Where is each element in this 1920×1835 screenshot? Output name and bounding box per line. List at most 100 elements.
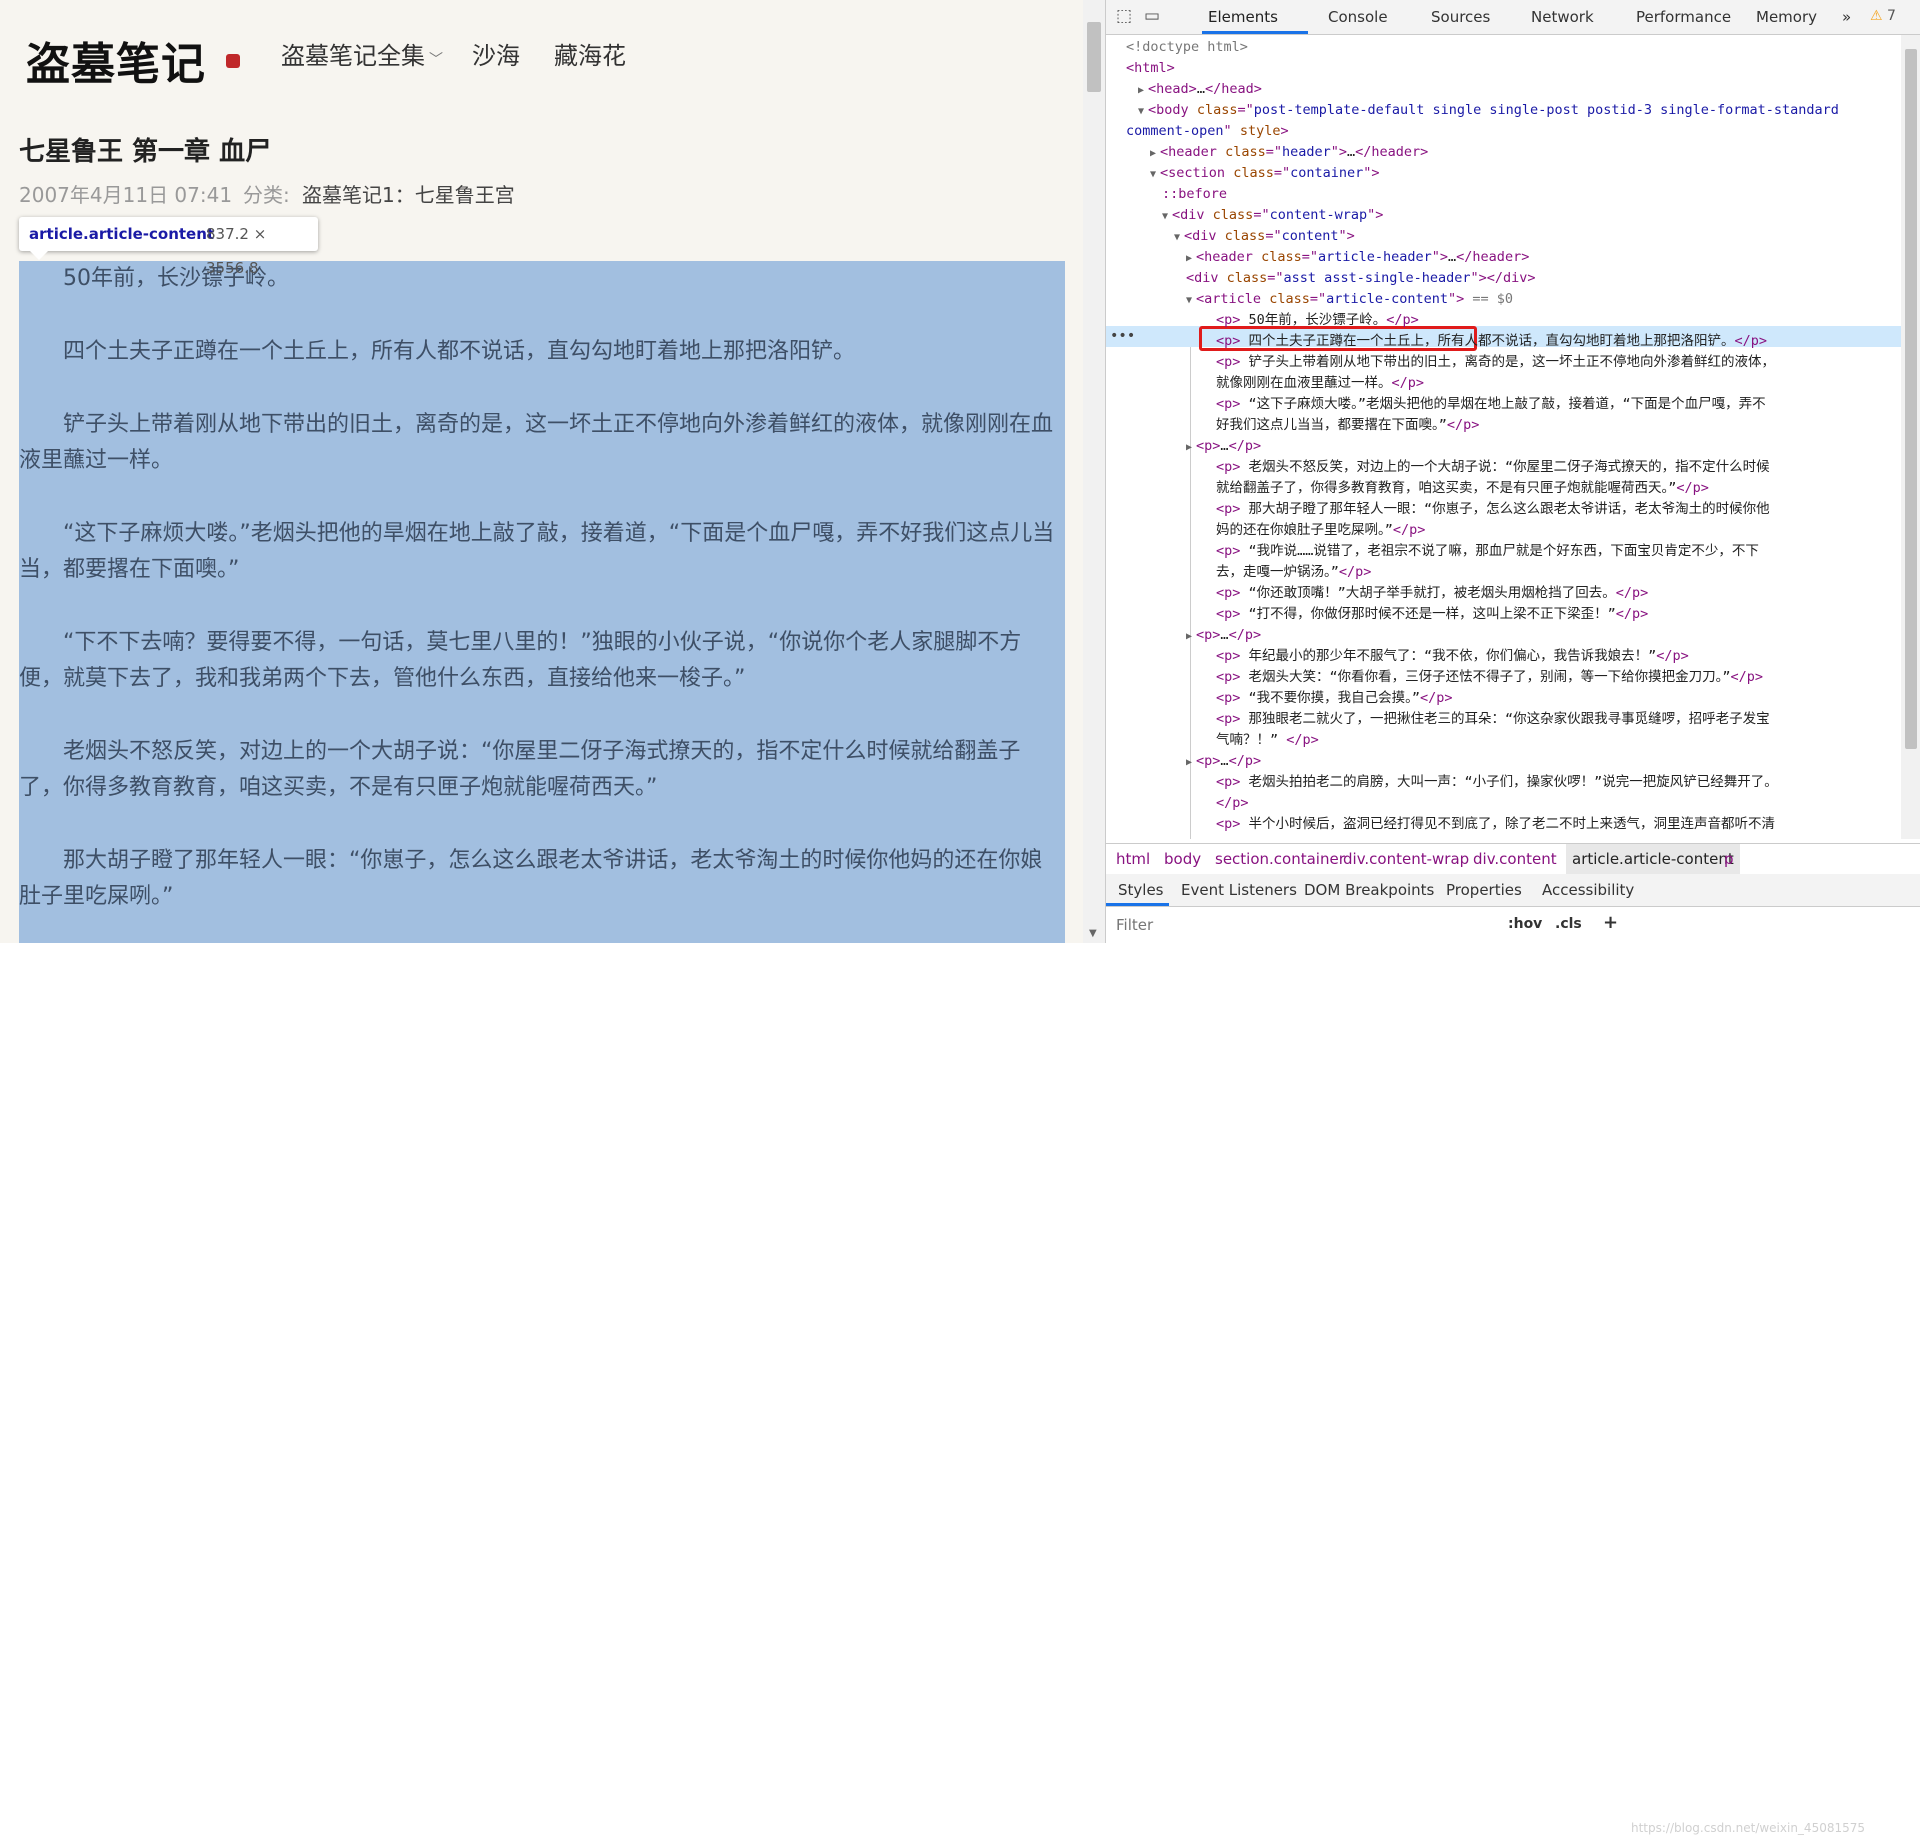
dom-node-line[interactable]: <p> 老烟头拍拍老二的肩膀，大叫一声：“小子们，操家伙啰！”说完一把旋风铲已经…	[1216, 772, 1778, 793]
tab-event-listeners[interactable]: Event Listeners	[1181, 874, 1297, 906]
tab-console[interactable]: Console	[1328, 8, 1388, 26]
dom-node-line[interactable]: 去，走嘎一炉锅汤。”</p>	[1216, 562, 1371, 583]
dom-node-line[interactable]: <p> 半个小时候后，盗洞已经打得见不到底了，除了老二不时上来透气，洞里连声音都…	[1216, 814, 1775, 835]
breadcrumb-item[interactable]: section.container	[1215, 844, 1345, 874]
collapse-triangle-icon[interactable]: ▶	[1150, 148, 1156, 159]
dom-node-line[interactable]: 就像刚刚在血液里蘸过一样。</p>	[1216, 373, 1424, 394]
scroll-down-arrow-icon[interactable]: ▼	[1089, 928, 1097, 939]
inspect-element-icon[interactable]: ⬚	[1116, 6, 1132, 26]
nav-item-canghaihua[interactable]: 藏海花	[554, 36, 626, 71]
dom-node-line[interactable]: <p> 50年前，长沙镖子岭。</p>	[1216, 310, 1419, 331]
dom-node-line[interactable]: 好我们这点儿当当，都要撂在下面噢。”</p>	[1216, 415, 1479, 436]
tab-properties[interactable]: Properties	[1446, 874, 1522, 906]
category-link[interactable]: 盗墓笔记1：七星鲁王宫	[302, 179, 515, 208]
dom-node-line[interactable]: <p> 老烟头不怒反笑，对边上的一个大胡子说：“你屋里二伢子海式撩天的，指不定什…	[1216, 457, 1770, 478]
paragraph: 铲子头上带着刚从地下带出的旧土，离奇的是，这一坏土正不停地向外渗着鲜红的液体，就…	[19, 412, 1054, 473]
dom-token: 就给翻盖子了，你得多教育教育，咱这买卖，不是有只匣子炮就能喔荷西天。”	[1216, 480, 1677, 496]
dom-node-line[interactable]: ▶ <p>…</p>	[1186, 625, 1261, 646]
dom-node-line[interactable]: ▼ <section class="container">	[1150, 163, 1380, 184]
breadcrumb-item[interactable]: html	[1116, 844, 1150, 874]
dom-node-line[interactable]: ▶ <p>…</p>	[1186, 751, 1261, 772]
nav-item-shahai[interactable]: 沙海	[472, 36, 520, 71]
dom-node-line[interactable]: 就给翻盖子了，你得多教育教育，咱这买卖，不是有只匣子炮就能喔荷西天。”</p>	[1216, 478, 1709, 499]
dom-node-line[interactable]: ▼ <body class="post-template-default sing…	[1138, 100, 1839, 121]
warnings-badge[interactable]: ⚠ 7	[1870, 8, 1896, 24]
article-content: 50年前，长沙镖子岭。 四个土夫子正蹲在一个土丘上，所有人都不说话，直勾勾地盯着…	[19, 261, 1065, 943]
dom-node-line[interactable]: <p> “我不要你摸，我自己会摸。”</p>	[1216, 688, 1453, 709]
hover-state-toggle[interactable]: :hov	[1508, 916, 1542, 932]
dom-token: </head>	[1204, 81, 1262, 97]
dom-node-line[interactable]: </p>	[1216, 793, 1249, 814]
tab-elements[interactable]: Elements	[1208, 8, 1278, 26]
dom-token: 50年前，长沙镖子岭。	[1240, 312, 1387, 328]
dom-node-line[interactable]: ::before	[1162, 184, 1227, 205]
dom-token: ">	[1363, 165, 1380, 181]
dom-node-line[interactable]: <html>	[1126, 58, 1175, 79]
dom-node-line[interactable]: <p> “这下子麻烦大喽。”老烟头把他的旱烟在地上敲了敲，接着道，“下面是个血尸…	[1216, 394, 1766, 415]
active-tab-indicator	[1202, 31, 1308, 34]
dom-node-line[interactable]: <p> “你还敢顶嘴！”大胡子举手就打，被老烟头用烟枪挡了回去。</p>	[1216, 583, 1648, 604]
dom-node-line[interactable]: ▶ <header class="article-header">…</heade…	[1186, 247, 1529, 268]
dom-tree-scrollbar[interactable]	[1901, 35, 1920, 839]
device-toolbar-icon[interactable]: ▭	[1144, 6, 1160, 26]
filter-input[interactable]	[1114, 912, 1498, 938]
dom-node-line[interactable]: <p> 年纪最小的那少年不服气了：“我不依，你们偏心，我告诉我娘去！”</p>	[1216, 646, 1689, 667]
breadcrumb-item[interactable]: div.content-wrap	[1343, 844, 1469, 874]
tab-accessibility[interactable]: Accessibility	[1542, 874, 1634, 906]
more-tabs-button[interactable]: »	[1842, 8, 1851, 26]
dom-node-line[interactable]: ▶ <head>…</head>	[1138, 79, 1262, 100]
dom-node-line[interactable]: <div class="asst asst-single-header"></d…	[1186, 268, 1536, 289]
nav-item-collection[interactable]: 盗墓笔记全集 ﹀	[281, 36, 443, 71]
collapse-triangle-icon[interactable]: ▶	[1138, 85, 1144, 96]
dom-node-line[interactable]: <p> 那独眼老二就火了，一把揪住老三的耳朵：“你这杂家伙跟我寻事觅缝啰，招呼老…	[1216, 709, 1770, 730]
tab-network[interactable]: Network	[1531, 8, 1594, 26]
dom-node-line[interactable]: <p> 铲子头上带着刚从地下带出的旧土，离奇的是，这一坏土正不停地向外渗着鲜红的…	[1216, 352, 1775, 373]
dom-token: <p>	[1216, 312, 1241, 328]
collapse-triangle-icon[interactable]: ▶	[1186, 442, 1192, 453]
tab-sources[interactable]: Sources	[1431, 8, 1490, 26]
page-scrollbar-thumb[interactable]	[1087, 22, 1101, 92]
dom-node-line[interactable]: ▼ <article class="article-content"> == $0	[1186, 289, 1513, 310]
tab-dom-breakpoints[interactable]: DOM Breakpoints	[1304, 874, 1434, 906]
dom-node-line[interactable]: ▶ <p>…</p>	[1186, 436, 1261, 457]
site-logo[interactable]: 盗墓笔记	[26, 28, 206, 92]
dom-token: 那大胡子瞪了那年轻人一眼：“你崽子，怎么这么跟老太爷讲话，老太爷淘土的时候你他	[1240, 501, 1770, 517]
new-rule-button[interactable]: +	[1603, 912, 1618, 933]
dom-token: 年纪最小的那少年不服气了：“我不依，你们偏心，我告诉我娘去！”	[1240, 648, 1657, 664]
collapse-triangle-icon[interactable]: ▶	[1186, 757, 1192, 768]
dom-node-line[interactable]: ▼ <div class="content">	[1174, 226, 1355, 247]
expand-triangle-icon[interactable]: ▼	[1186, 295, 1192, 306]
ellipsis-icon[interactable]: •••	[1110, 326, 1135, 347]
dom-node-line[interactable]: <p> 四个土夫子正蹲在一个土丘上，所有人都不说话，直勾勾地盯着地上那把洛阳铲。…	[1216, 331, 1767, 352]
dom-tree-scrollbar-thumb[interactable]	[1905, 49, 1917, 749]
dom-node-line[interactable]: <p> 老烟头大笑：“你看你看，三伢子还怯不得子了，别闹，等一下给你摸把金刀刀。…	[1216, 667, 1763, 688]
breadcrumb-item[interactable]: body	[1164, 844, 1201, 874]
dom-node-line[interactable]: ▶ <header class="header">…</header>	[1150, 142, 1428, 163]
dom-token: 气喃？！”	[1216, 732, 1279, 748]
dom-node-line[interactable]: comment-open" style>	[1126, 121, 1289, 142]
tab-performance[interactable]: Performance	[1636, 8, 1731, 26]
expand-triangle-icon[interactable]: ▼	[1162, 211, 1168, 222]
dom-node-line[interactable]: <!doctype html>	[1126, 37, 1248, 58]
expand-triangle-icon[interactable]: ▼	[1138, 106, 1144, 117]
tab-memory[interactable]: Memory	[1756, 8, 1817, 26]
web-page: 盗墓笔记 盗墓笔记全集 ﹀ 沙海 藏海花 七星鲁王 第一章 血尸 2007年4月1…	[0, 0, 1083, 943]
breadcrumb-item[interactable]: div.content	[1473, 844, 1557, 874]
breadcrumb-item-selected[interactable]: article.article-content	[1566, 844, 1740, 874]
dom-token: 铲子头上带着刚从地下带出的旧土，离奇的是，这一坏土正不停地向外渗着鲜红的液体，	[1240, 354, 1776, 370]
breadcrumb-item[interactable]: p	[1724, 844, 1734, 874]
tab-styles[interactable]: Styles	[1118, 874, 1164, 906]
dom-node-line[interactable]: 妈的还在你娘肚子里吃屎咧。”</p>	[1216, 520, 1425, 541]
dom-node-line[interactable]: 气喃？！” </p>	[1216, 730, 1319, 751]
expand-triangle-icon[interactable]: ▼	[1150, 169, 1156, 180]
collapse-triangle-icon[interactable]: ▶	[1186, 631, 1192, 642]
dom-node-line[interactable]: <p> “我咋说……说错了，老祖宗不说了嘛，那血尸就是个好东西，下面宝贝肯定不少…	[1216, 541, 1759, 562]
class-toggle[interactable]: .cls	[1555, 916, 1582, 932]
page-scrollbar[interactable]: ▼	[1083, 0, 1105, 943]
dom-node-line[interactable]: <p> 那大胡子瞪了那年轻人一眼：“你崽子，怎么这么跟老太爷讲话，老太爷淘土的时…	[1216, 499, 1770, 520]
expand-triangle-icon[interactable]: ▼	[1174, 232, 1180, 243]
dom-tree[interactable]: ••• <!doctype html> <html> ▶ <head>…</head>…	[1106, 35, 1901, 839]
collapse-triangle-icon[interactable]: ▶	[1186, 253, 1192, 264]
dom-node-line[interactable]: <p> “打不得，你做伢那时候不还是一样，这叫上梁不正下梁歪！”</p>	[1216, 604, 1648, 625]
dom-node-line[interactable]: ▼ <div class="content-wrap">	[1162, 205, 1383, 226]
